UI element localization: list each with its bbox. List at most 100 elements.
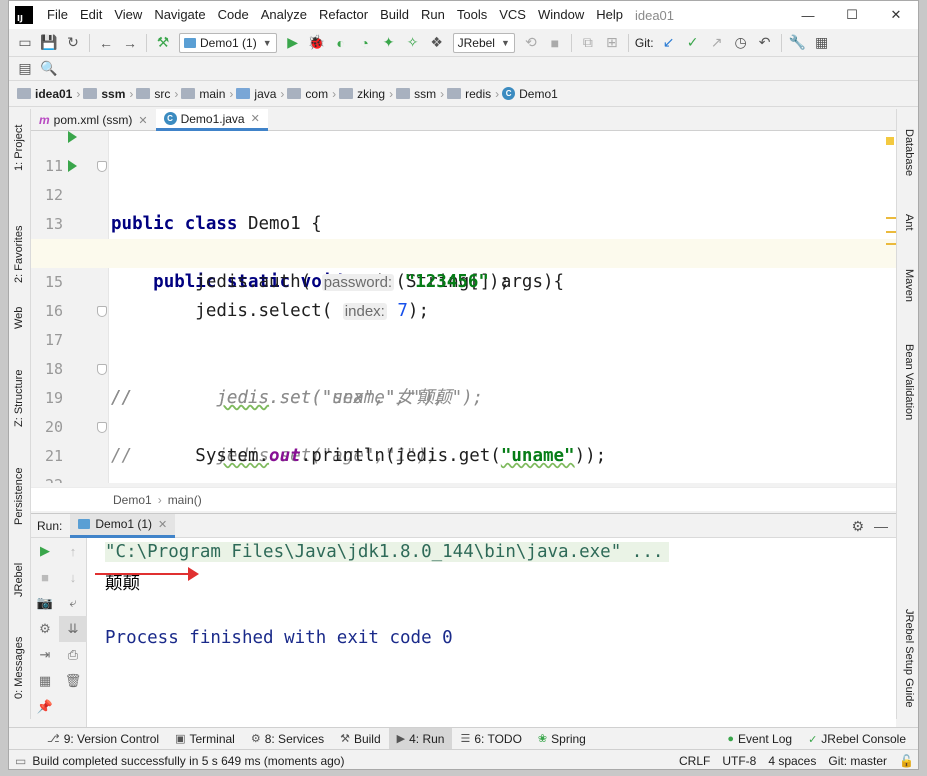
tool-tab-todo[interactable]: ☰ 6: TODO <box>452 728 529 750</box>
tool-tab-terminal[interactable]: ▣ Terminal <box>167 728 243 750</box>
breadcrumb-item[interactable]: com <box>287 87 328 101</box>
settings-wrench-icon[interactable]: 🔧 <box>787 32 809 54</box>
warning-marker[interactable] <box>886 217 896 219</box>
tool-tab-bean-validation[interactable]: Bean Validation <box>903 344 915 420</box>
tool-tab-jrebel-console[interactable]: ✓ JRebel Console <box>800 728 914 750</box>
warning-marker[interactable] <box>886 243 896 245</box>
close-window-button[interactable]: ✕ <box>874 1 918 29</box>
back-icon[interactable]: ← <box>95 32 117 54</box>
breadcrumb-item[interactable]: zking <box>339 87 385 101</box>
run-gutter-icon[interactable] <box>68 160 77 172</box>
jrebel-select[interactable]: JRebel ▼ <box>452 32 515 53</box>
soft-wrap-icon[interactable]: ⤶ <box>59 590 87 616</box>
tool-tab-messages[interactable]: 0: Messages <box>13 637 25 699</box>
breadcrumb-item[interactable]: java <box>236 87 276 101</box>
tool-tab-favorites[interactable]: 2: Favorites <box>13 226 25 283</box>
maximize-button[interactable]: ☐ <box>830 1 874 29</box>
menu-view[interactable]: View <box>108 1 148 29</box>
tool-tab-jrebel-setup-guide[interactable]: JRebel Setup Guide <box>903 609 915 707</box>
tool-tab-ant[interactable]: Ant <box>903 214 915 231</box>
breadcrumb-item[interactable]: main <box>181 87 225 101</box>
gear-icon[interactable]: ⚙ <box>851 518 864 535</box>
layout-icon[interactable]: ▦ <box>31 668 59 694</box>
menu-help[interactable]: Help <box>590 1 629 29</box>
stop-icon[interactable]: ■ <box>544 32 566 54</box>
git-update-icon[interactable]: ↙ <box>658 32 680 54</box>
rerun-icon[interactable]: ▶ <box>31 538 59 564</box>
forward-icon[interactable]: → <box>119 32 141 54</box>
line-separator[interactable]: CRLF <box>679 754 710 768</box>
tool-tab-event-log[interactable]: ● Event Log <box>719 728 800 750</box>
run-icon[interactable]: ▶ <box>282 32 304 54</box>
open-folder-icon[interactable]: ▭ <box>14 32 36 54</box>
jrebel-update-icon[interactable]: ⟲ <box>520 32 542 54</box>
build-hammer-icon[interactable]: ⚒ <box>152 32 174 54</box>
history-icon[interactable]: ◷ <box>730 32 752 54</box>
editor-tab-demo1[interactable]: C Demo1.java ✕ <box>155 109 268 131</box>
run-configuration-select[interactable]: Demo1 (1) ▼ <box>179 32 277 53</box>
fold-icon[interactable] <box>97 364 107 375</box>
close-tab-icon[interactable]: ✕ <box>138 114 147 127</box>
down-arrow-icon[interactable]: ↓ <box>59 564 87 590</box>
breadcrumb-item[interactable]: redis <box>447 87 491 101</box>
terminal-icon[interactable]: ▤ <box>14 58 36 80</box>
trash-icon[interactable]: 🗑 <box>59 668 87 694</box>
menu-tools[interactable]: Tools <box>451 1 493 29</box>
editor-breadcrumb-method[interactable]: main() <box>168 493 202 507</box>
jrebel-debug-icon[interactable]: ✧ <box>402 32 424 54</box>
up-arrow-icon[interactable]: ↑ <box>59 538 87 564</box>
status-message[interactable]: Build completed successfully in 5 s 649 … <box>32 754 344 768</box>
menu-edit[interactable]: Edit <box>74 1 108 29</box>
rollback-icon[interactable]: ↶ <box>754 32 776 54</box>
tool-tab-web[interactable]: Web <box>13 307 25 329</box>
git-commit-icon[interactable]: ✓ <box>682 32 704 54</box>
menu-vcs[interactable]: VCS <box>493 1 532 29</box>
warning-marker[interactable] <box>886 231 896 233</box>
run-tab[interactable]: Demo1 (1) ✕ <box>70 513 176 538</box>
coverage-icon[interactable]: ◐ <box>330 32 352 54</box>
editor-tab-pom[interactable]: m pom.xml (ssm) ✕ <box>31 109 156 131</box>
git-push-icon[interactable]: ↗ <box>706 32 728 54</box>
breadcrumb-item[interactable]: src <box>136 87 170 101</box>
editor-scrollbar[interactable] <box>884 131 896 483</box>
tool-tab-maven[interactable]: Maven <box>903 269 915 302</box>
hide-icon[interactable]: — <box>874 518 888 534</box>
warning-marker[interactable] <box>886 137 894 145</box>
print-icon[interactable]: ⎙ <box>59 642 87 668</box>
stop-icon[interactable]: ■ <box>31 564 59 590</box>
breadcrumb-item[interactable]: ssm <box>83 87 125 101</box>
tool-tab-services[interactable]: ⚙ 8: Services <box>243 728 332 750</box>
breadcrumb-item[interactable]: ssm <box>396 87 436 101</box>
dump-threads-icon[interactable]: 📷 <box>31 590 59 616</box>
fold-icon[interactable] <box>97 306 107 317</box>
console-output[interactable]: "C:\Program Files\Java\jdk1.8.0_144\bin\… <box>95 538 896 727</box>
settings-icon[interactable]: ⚙ <box>31 616 59 642</box>
login-icon[interactable]: ⇥ <box>31 642 59 668</box>
tool-tab-run[interactable]: ▶ 4: Run <box>388 727 453 750</box>
close-tab-icon[interactable]: ✕ <box>158 518 167 531</box>
tool-tab-database[interactable]: Database <box>903 129 915 176</box>
tool-tab-structure[interactable]: Z: Structure <box>13 370 25 427</box>
tool-tab-persistence[interactable]: Persistence <box>13 468 25 525</box>
indent-setting[interactable]: 4 spaces <box>768 754 816 768</box>
attach-icon[interactable]: ❖ <box>426 32 448 54</box>
menu-analyze[interactable]: Analyze <box>255 1 313 29</box>
lock-icon[interactable]: 🔓 <box>899 754 914 768</box>
editor-breadcrumb-class[interactable]: Demo1 <box>113 493 152 507</box>
run-gutter-icon[interactable] <box>68 131 77 143</box>
file-encoding[interactable]: UTF-8 <box>722 754 756 768</box>
git-branch[interactable]: Git: master <box>828 754 887 768</box>
breadcrumb-item[interactable]: C Demo1 <box>502 87 558 101</box>
sync-icon[interactable]: ↻ <box>62 32 84 54</box>
copy-icon[interactable]: ⧉ <box>577 32 599 54</box>
search-icon[interactable]: 🔍 <box>38 58 60 80</box>
fold-icon[interactable] <box>97 161 107 172</box>
menu-file[interactable]: File <box>41 1 74 29</box>
menu-run[interactable]: Run <box>415 1 451 29</box>
save-all-icon[interactable]: 💾 <box>38 32 60 54</box>
tool-tab-project[interactable]: 1: Project <box>13 125 25 171</box>
breadcrumb-item[interactable]: idea01 <box>17 87 72 101</box>
debug-icon[interactable]: 🐞 <box>306 32 328 54</box>
code-editor[interactable]: 11 public class Demo1 { 12 public static… <box>31 131 896 483</box>
scroll-to-end-icon[interactable]: ⇊ <box>59 616 87 642</box>
